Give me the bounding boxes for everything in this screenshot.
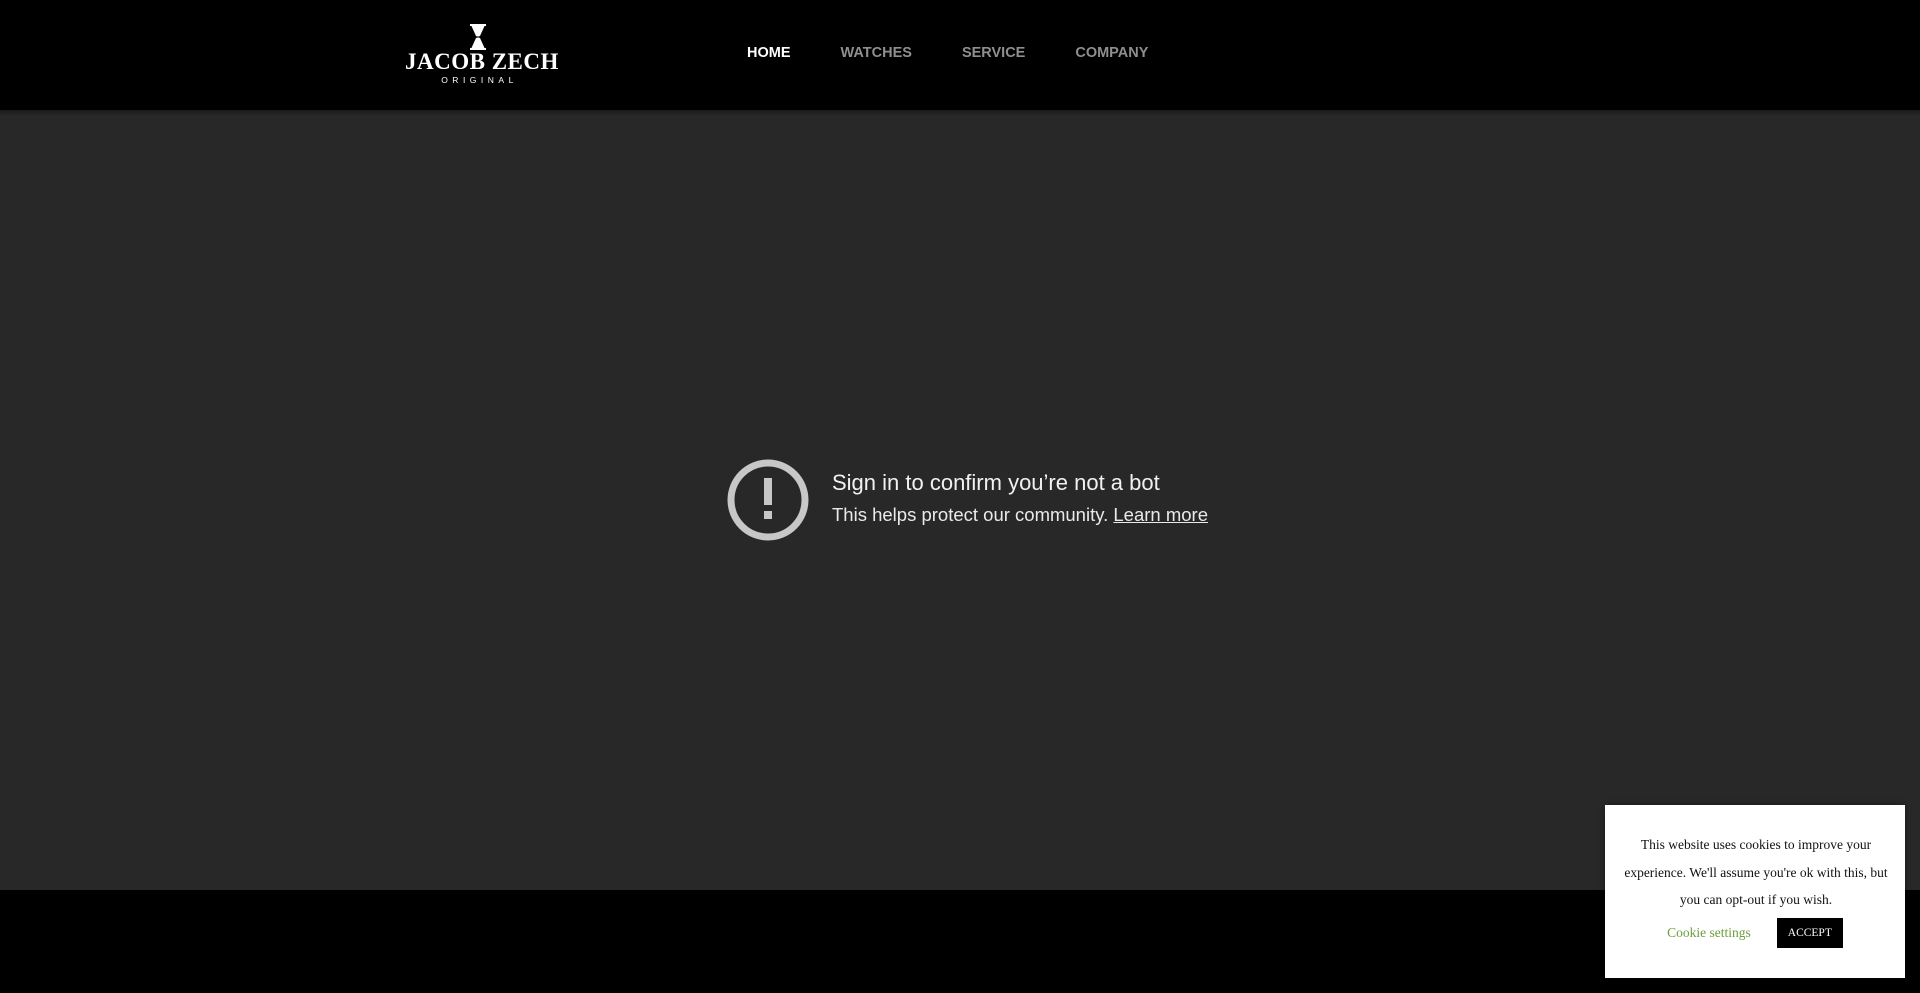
cookie-settings-link[interactable]: Cookie settings: [1667, 925, 1751, 941]
exclamation-circle-icon: [727, 459, 809, 541]
alert-description: This helps protect our community.: [832, 504, 1109, 525]
bot-check-message: Sign in to confirm you’re not a bot This…: [727, 459, 1208, 541]
site-header: JACOB ZECH ORIGINAL HOME WATCHES SERVICE…: [0, 0, 1920, 110]
nav-item-company[interactable]: COMPANY: [1075, 45, 1148, 63]
logo-wordmark: JACOB ZECH: [405, 49, 559, 74]
nav-item-home[interactable]: HOME: [747, 45, 791, 63]
alert-title: Sign in to confirm you’re not a bot: [832, 470, 1160, 495]
nav-item-watches[interactable]: WATCHES: [841, 45, 912, 63]
learn-more-link[interactable]: Learn more: [1113, 504, 1208, 525]
nav-item-service[interactable]: SERVICE: [962, 45, 1025, 63]
embedded-video-player[interactable]: Sign in to confirm you’re not a bot This…: [0, 110, 1920, 890]
hourglass-logo-icon: [469, 24, 486, 50]
alert-text-block: Sign in to confirm you’re not a bot This…: [832, 468, 1208, 528]
accept-cookies-button[interactable]: ACCEPT: [1776, 918, 1843, 948]
alert-body: This helps protect our community. Learn …: [832, 502, 1208, 528]
main-nav: HOME WATCHES SERVICE COMPANY: [747, 45, 1198, 63]
logo-subtitle: ORIGINAL: [441, 75, 518, 85]
cookie-message: This website uses cookies to improve you…: [1624, 837, 1888, 907]
cookie-consent-banner: This website uses cookies to improve you…: [1605, 805, 1905, 978]
cookie-actions: Cookie settings ACCEPT: [1605, 918, 1905, 948]
brand-logo[interactable]: JACOB ZECH ORIGINAL: [405, 24, 559, 90]
